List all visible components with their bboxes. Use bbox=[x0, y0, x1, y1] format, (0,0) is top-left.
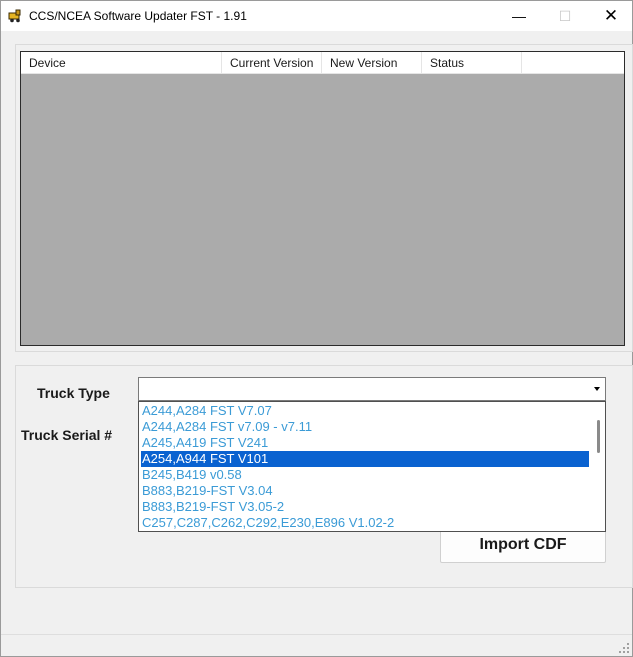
resize-grip-icon[interactable] bbox=[618, 642, 630, 654]
device-list-header: Device Current Version New Version Statu… bbox=[21, 52, 624, 74]
dropdown-option[interactable]: C257,C287,C262,C292,E230,E896 V1.02-2 bbox=[141, 515, 589, 531]
title-bar[interactable]: CCS/NCEA Software Updater FST - 1.91 — ☐… bbox=[1, 1, 632, 31]
column-header-device[interactable]: Device bbox=[21, 52, 222, 73]
status-strip-separator bbox=[1, 634, 632, 635]
dropdown-option[interactable]: A245,A419 FST V241 bbox=[141, 435, 589, 451]
dropdown-option[interactable]: A244,A284 FST v7.09 - v7.11 bbox=[141, 419, 589, 435]
truck-type-label: Truck Type bbox=[37, 385, 110, 401]
chevron-down-icon bbox=[594, 387, 600, 391]
dropdown-option[interactable]: A244,A284 FST V7.07 bbox=[141, 403, 589, 419]
dropdown-option-selected[interactable]: A254,A944 FST V101 bbox=[141, 451, 589, 467]
minimize-button[interactable]: — bbox=[496, 1, 542, 31]
dropdown-arrow-button[interactable] bbox=[589, 378, 605, 400]
app-window: CCS/NCEA Software Updater FST - 1.91 — ☐… bbox=[0, 0, 633, 657]
column-header-new-version[interactable]: New Version bbox=[322, 52, 422, 73]
maximize-button[interactable]: ☐ bbox=[542, 1, 588, 31]
truck-type-combobox[interactable] bbox=[138, 377, 606, 401]
device-list[interactable]: Device Current Version New Version Statu… bbox=[20, 51, 625, 346]
truck-type-dropdown-list[interactable]: A244,A284 FST V7.07 A244,A284 FST v7.09 … bbox=[138, 401, 606, 532]
window-title: CCS/NCEA Software Updater FST - 1.91 bbox=[29, 9, 247, 23]
dropdown-option[interactable]: B883,B219-FST V3.04 bbox=[141, 483, 589, 499]
dropdown-scrollbar-thumb[interactable] bbox=[597, 420, 600, 453]
dropdown-option[interactable]: B883,B219-FST V3.05-2 bbox=[141, 499, 589, 515]
column-header-current-version[interactable]: Current Version bbox=[222, 52, 322, 73]
dropdown-option[interactable]: B245,B419 v0.58 bbox=[141, 467, 589, 483]
app-icon bbox=[8, 9, 21, 23]
truck-serial-label: Truck Serial # bbox=[21, 427, 113, 443]
close-button[interactable]: ✕ bbox=[588, 1, 633, 31]
column-header-status[interactable]: Status bbox=[422, 52, 522, 73]
